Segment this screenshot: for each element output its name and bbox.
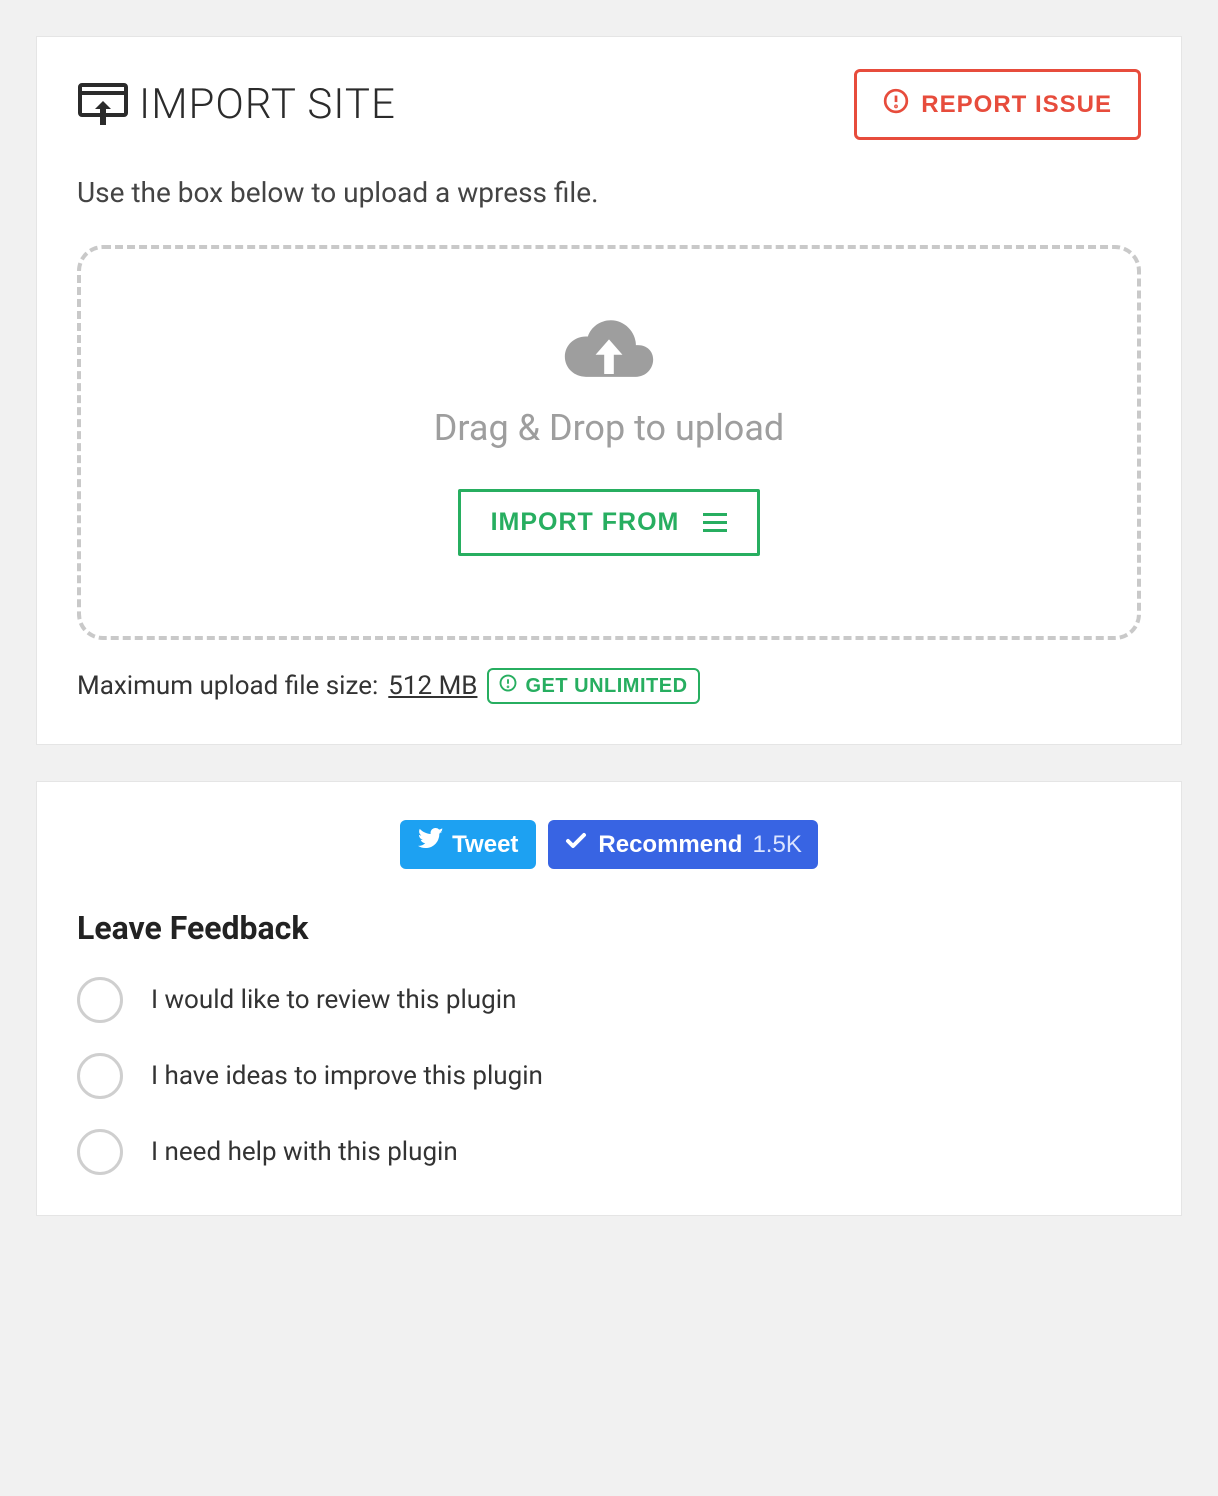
feedback-option-label: I have ideas to improve this plugin	[151, 1061, 543, 1091]
recommend-count: 1.5K	[752, 831, 801, 859]
twitter-icon	[418, 828, 444, 861]
feedback-option-label: I need help with this plugin	[151, 1137, 458, 1167]
import-from-label: IMPORT FROM	[491, 508, 680, 537]
get-unlimited-label: GET UNLIMITED	[525, 675, 687, 698]
recommend-button[interactable]: Recommend 1.5K	[548, 820, 817, 869]
panel-header: IMPORT SITE REPORT ISSUE	[77, 69, 1141, 140]
upload-limit: Maximum upload file size: 512 MB GET UNL…	[77, 668, 1141, 704]
feedback-option-review[interactable]: I would like to review this plugin	[77, 977, 1141, 1023]
recommend-label: Recommend	[598, 831, 742, 859]
page-title: IMPORT SITE	[139, 80, 396, 129]
report-issue-button[interactable]: REPORT ISSUE	[854, 69, 1141, 140]
upload-limit-label: Maximum upload file size:	[77, 671, 378, 701]
menu-icon	[703, 513, 727, 532]
alert-icon	[883, 88, 909, 121]
tweet-button[interactable]: Tweet	[400, 820, 536, 869]
subtitle: Use the box below to upload a wpress fil…	[77, 176, 1141, 209]
import-icon	[77, 79, 129, 131]
feedback-panel: Tweet Recommend 1.5K Leave Feedback I wo…	[36, 781, 1182, 1216]
report-issue-label: REPORT ISSUE	[921, 91, 1112, 119]
feedback-title: Leave Feedback	[77, 909, 1141, 947]
feedback-option-ideas[interactable]: I have ideas to improve this plugin	[77, 1053, 1141, 1099]
title-wrap: IMPORT SITE	[77, 79, 396, 131]
radio-icon	[77, 1129, 123, 1175]
check-icon	[564, 829, 588, 860]
cloud-upload-icon	[561, 309, 657, 389]
radio-icon	[77, 1053, 123, 1099]
tweet-label: Tweet	[452, 831, 518, 859]
upload-limit-value: 512 MB	[388, 671, 477, 701]
dropzone-text: Drag & Drop to upload	[434, 407, 784, 449]
import-panel: IMPORT SITE REPORT ISSUE Use the box bel…	[36, 36, 1182, 745]
info-icon	[499, 674, 517, 698]
dropzone[interactable]: Drag & Drop to upload IMPORT FROM	[77, 245, 1141, 640]
radio-icon	[77, 977, 123, 1023]
feedback-option-help[interactable]: I need help with this plugin	[77, 1129, 1141, 1175]
social-row: Tweet Recommend 1.5K	[77, 820, 1141, 869]
feedback-option-label: I would like to review this plugin	[151, 985, 516, 1015]
get-unlimited-button[interactable]: GET UNLIMITED	[487, 668, 699, 704]
import-from-button[interactable]: IMPORT FROM	[458, 489, 761, 556]
